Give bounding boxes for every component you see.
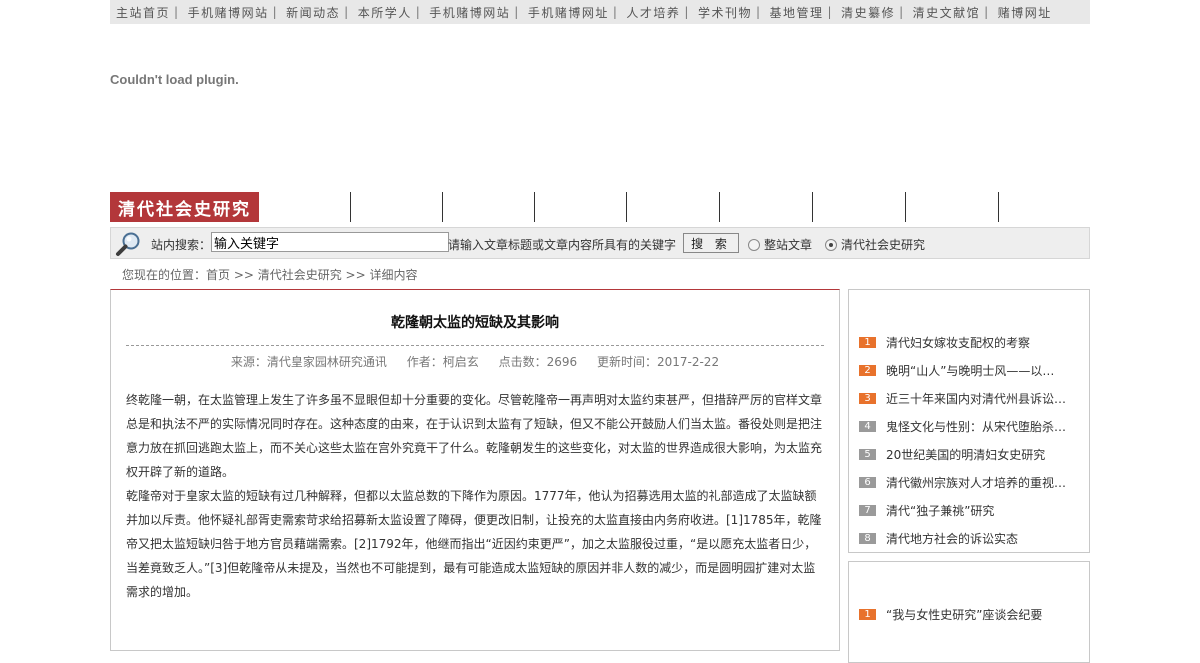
- list-item[interactable]: 6 清代徽州宗族对人才培养的重视…: [859, 468, 1066, 496]
- list-item-link[interactable]: 清代妇女嫁妆支配权的考察: [886, 334, 1030, 351]
- rank-badge: 3: [859, 392, 876, 404]
- list-item-link[interactable]: 鬼怪文化与性别：从宋代堕胎杀…: [886, 418, 1066, 435]
- radio-dot[interactable]: [748, 238, 760, 251]
- nav-separator: |: [612, 5, 619, 19]
- rank-badge: 8: [859, 532, 876, 544]
- list-item[interactable]: 3 近三十年来国内对清代州县诉讼…: [859, 384, 1066, 412]
- list-item-link[interactable]: 近三十年来国内对清代州县诉讼…: [886, 390, 1066, 407]
- list-item-link[interactable]: 20世纪美国的明清妇女史研究: [886, 446, 1045, 463]
- nav-link[interactable]: 学术刊物: [692, 4, 754, 21]
- sidebar-recommend-list: 1 “我与女性史研究”座谈会纪要: [848, 561, 1090, 663]
- nav-link[interactable]: 主站首页: [110, 4, 172, 21]
- nav-link[interactable]: 清史纂修: [835, 4, 897, 21]
- list-item[interactable]: 8 清代地方社会的诉讼实态: [859, 524, 1066, 552]
- nav-separator: |: [755, 5, 762, 19]
- list-item[interactable]: 2 晚明“山人”与晚明士风——以…: [859, 356, 1066, 384]
- article-paragraph: 乾隆帝对于皇家太监的短缺有过几种解释，但都以太监总数的下降作为原因。1777年，…: [126, 489, 822, 599]
- banner-divider: [998, 192, 999, 222]
- nav-separator: |: [827, 5, 834, 19]
- search-hint: 请输入文章标题或文章内容所具有的关键字: [448, 238, 677, 252]
- rank-badge: 5: [859, 448, 876, 460]
- list-item[interactable]: 1 “我与女性史研究”座谈会纪要: [859, 600, 1042, 628]
- scope-radio-site[interactable]: 整站文章: [748, 236, 812, 253]
- title-divider: [126, 345, 824, 346]
- banner-divider: [905, 192, 906, 222]
- list-item-link[interactable]: “我与女性史研究”座谈会纪要: [886, 606, 1042, 623]
- article-body: 终乾隆一朝，在太监管理上发生了许多虽不显眼但却十分重要的变化。尽管乾隆帝一再声明…: [126, 388, 826, 604]
- scope-radio-section[interactable]: 清代社会史研究: [825, 236, 925, 253]
- breadcrumb: 您现在的位置：首页 >> 清代社会史研究 >> 详细内容: [122, 268, 418, 282]
- rank-badge: 2: [859, 364, 876, 376]
- list-item-link[interactable]: 晚明“山人”与晚明士风——以…: [886, 362, 1054, 379]
- nav-separator: |: [415, 5, 422, 19]
- nav-separator: |: [514, 5, 520, 19]
- site-section-logo[interactable]: 清代社会史研究: [110, 192, 259, 222]
- search-button[interactable]: 搜 索: [683, 233, 739, 253]
- nav-separator: |: [174, 5, 180, 19]
- rank-badge: 7: [859, 504, 876, 516]
- nav-link[interactable]: 人才培养: [620, 4, 682, 21]
- rank-badge: 4: [859, 420, 876, 432]
- rank-badge: 1: [859, 336, 876, 348]
- list-item-link[interactable]: 清代“独子兼祧”研究: [886, 502, 994, 519]
- plugin-error-message: Couldn't load plugin.: [110, 72, 239, 87]
- search-input[interactable]: [211, 232, 449, 252]
- list-item[interactable]: 1 清代妇女嫁妆支配权的考察: [859, 328, 1066, 356]
- nav-separator: |: [272, 5, 279, 19]
- scope-label-section: 清代社会史研究: [841, 238, 926, 252]
- nav-link[interactable]: 清史文献馆: [907, 4, 983, 21]
- article-title: 乾隆朝太监的短缺及其影响: [391, 315, 559, 331]
- nav-separator: |: [684, 5, 690, 19]
- article-paragraph: 终乾隆一朝，在太监管理上发生了许多虽不显眼但却十分重要的变化。尽管乾隆帝一再声明…: [126, 393, 823, 479]
- nav-link[interactable]: 本所学人: [352, 4, 414, 21]
- list-item[interactable]: 7 清代“独子兼祧”研究: [859, 496, 1066, 524]
- nav-link[interactable]: 手机赌博网站: [182, 4, 271, 21]
- article-meta: 来源：清代皇家园林研究通讯 作者：柯启玄 点击数：2696 更新时间：2017-…: [111, 353, 839, 370]
- article-panel: 乾隆朝太监的短缺及其影响 来源：清代皇家园林研究通讯 作者：柯启玄 点击数：26…: [110, 289, 840, 651]
- rank-badge: 1: [859, 608, 876, 620]
- site-search-bar: 站内搜索： 请输入文章标题或文章内容所具有的关键字 搜 索 整站文章 清代社会史…: [110, 227, 1090, 259]
- nav-separator: |: [984, 5, 990, 19]
- list-item-link[interactable]: 清代徽州宗族对人才培养的重视…: [886, 474, 1066, 491]
- nav-link[interactable]: 手机赌博网址: [522, 4, 611, 21]
- scope-label-site: 整站文章: [764, 238, 813, 252]
- article-source: 来源：清代皇家园林研究通讯: [230, 355, 387, 369]
- nav-link[interactable]: 基地管理: [764, 4, 826, 21]
- nav-separator: |: [344, 5, 350, 19]
- banner-divider: [719, 192, 720, 222]
- search-label: 站内搜索：: [151, 238, 212, 252]
- banner-divider: [442, 192, 443, 222]
- top-navigation: 主站首页 | 手机赌博网站 | 新闻动态 | 本所学人 | 手机赌博网站 | 手机赌博网址 | 人才培养…: [110, 0, 1090, 24]
- nav-link[interactable]: 赌博网址: [992, 4, 1054, 21]
- banner-divider: [812, 192, 813, 222]
- banner-divider: [626, 192, 627, 222]
- list-item[interactable]: 4 鬼怪文化与性别：从宋代堕胎杀…: [859, 412, 1066, 440]
- banner-divider: [534, 192, 535, 222]
- sidebar-ranking-list: 1 清代妇女嫁妆支配权的考察 2 晚明“山人”与晚明士风——以… 3 近三十年来国内对清代…: [848, 289, 1090, 553]
- magnifier-icon: [116, 232, 140, 256]
- article-updated: 更新时间：2017-2-22: [596, 355, 720, 369]
- article-author: 作者：柯启玄: [406, 355, 479, 369]
- nav-separator: |: [899, 5, 905, 19]
- nav-link[interactable]: 新闻动态: [280, 4, 342, 21]
- list-item-link[interactable]: 清代地方社会的诉讼实态: [886, 530, 1018, 547]
- rank-badge: 6: [859, 476, 876, 488]
- nav-link[interactable]: 手机赌博网站: [423, 4, 512, 21]
- banner-divider: [350, 192, 351, 222]
- article-hits: 点击数：2696: [498, 355, 578, 369]
- list-item[interactable]: 5 20世纪美国的明清妇女史研究: [859, 440, 1066, 468]
- radio-dot-selected[interactable]: [825, 238, 837, 251]
